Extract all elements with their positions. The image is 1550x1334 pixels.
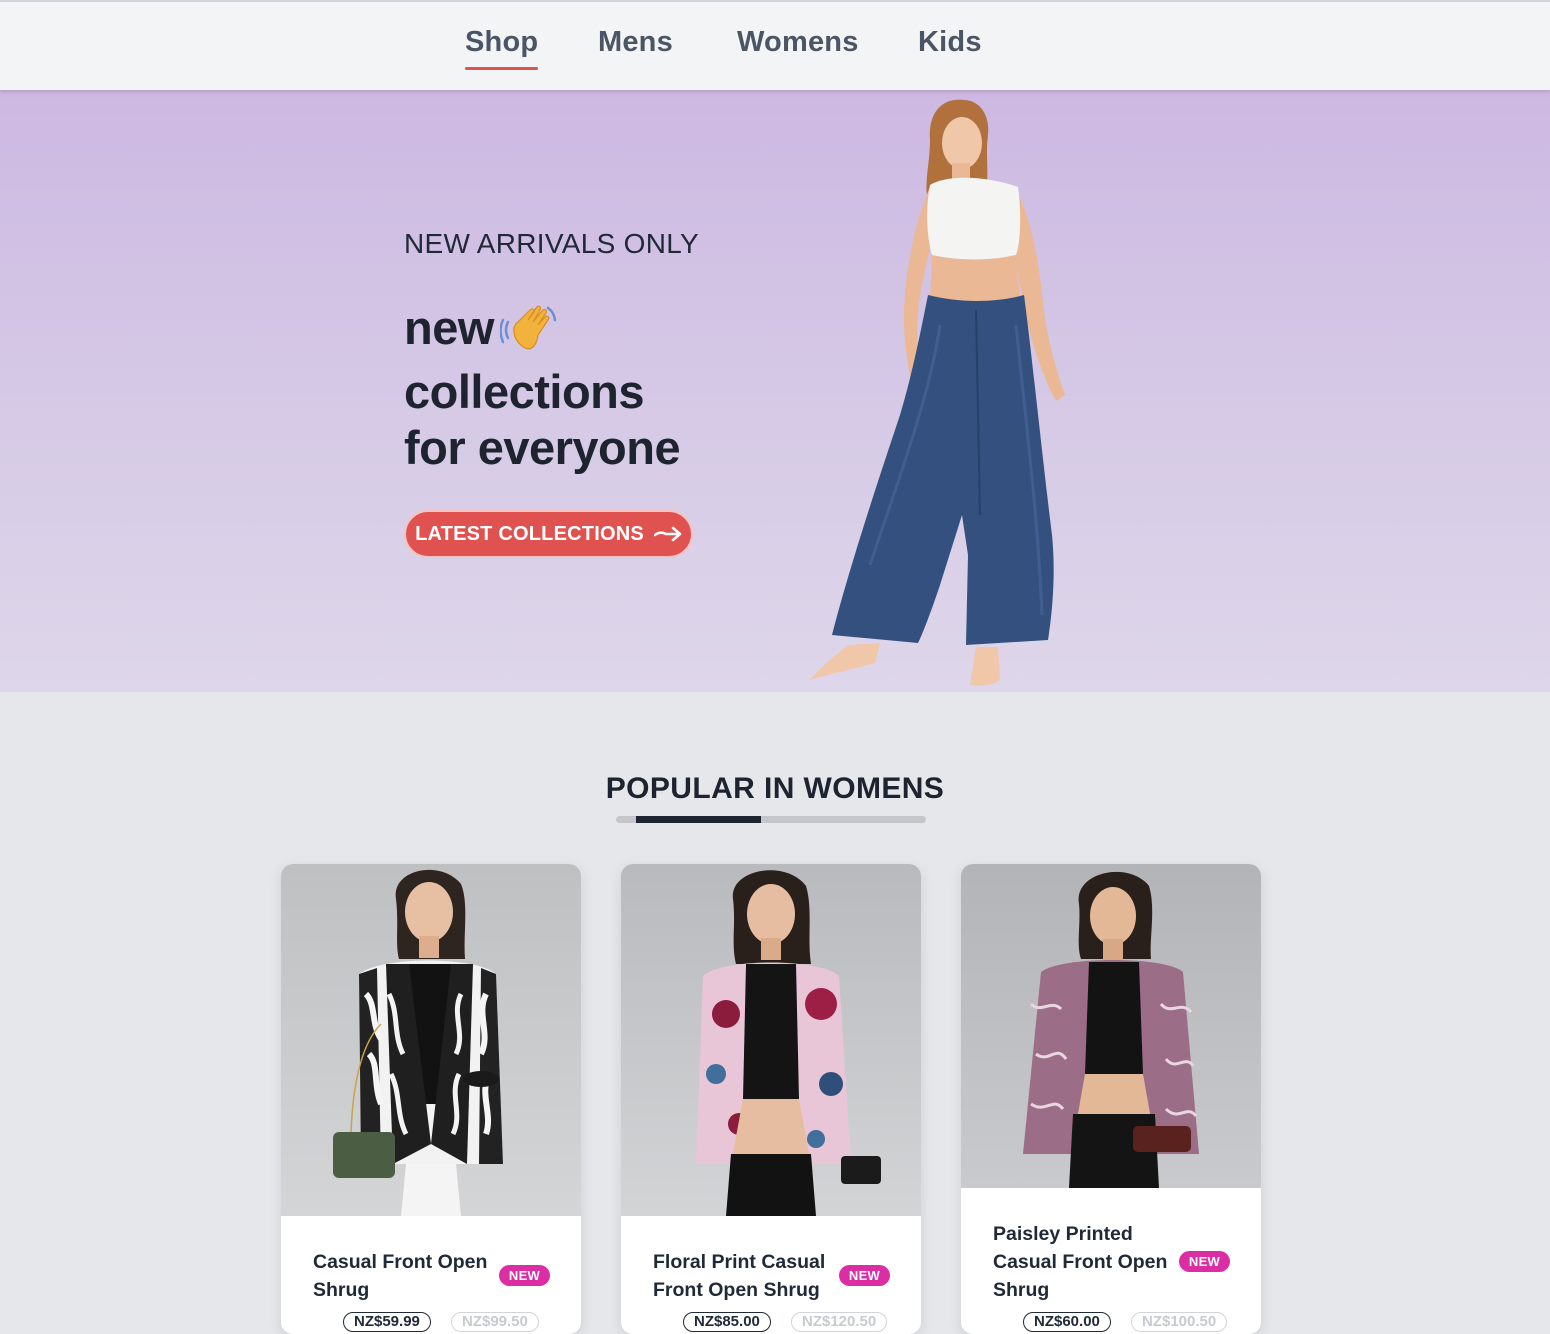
nav-item-womens[interactable]: Womens — [737, 26, 859, 59]
waving-hand-icon — [500, 305, 557, 350]
product-image — [621, 864, 921, 1216]
product-card[interactable]: Floral Print Casual Front Open Shrug NEW… — [621, 864, 921, 1334]
nav-item-shop[interactable]: Shop — [465, 26, 539, 70]
product-price: NZ$85.00 — [683, 1312, 771, 1332]
product-price: NZ$59.99 — [343, 1312, 431, 1332]
hero-heading-line-2: collections — [404, 365, 645, 418]
hero-model-image — [810, 99, 1065, 686]
section-title-underline — [616, 816, 926, 823]
product-price: NZ$60.00 — [1023, 1312, 1111, 1332]
nav-item-label: Kids — [918, 26, 982, 58]
new-badge: NEW — [499, 1265, 550, 1286]
product-old-price: NZ$120.50 — [791, 1312, 888, 1332]
active-nav-underline — [465, 67, 539, 70]
nav-item-label: Mens — [598, 26, 673, 58]
hero-banner: NEW ARRIVALS ONLY new collections for ev… — [0, 90, 1550, 692]
product-card[interactable]: Casual Front Open Shrug NEW NZ$59.99 NZ$… — [281, 864, 581, 1334]
product-image — [281, 864, 581, 1216]
top-navigation: Shop Mens Womens Kids — [0, 0, 1550, 90]
nav-item-mens[interactable]: Mens — [598, 26, 673, 59]
hero-kicker: NEW ARRIVALS ONLY — [404, 228, 700, 259]
new-badge: NEW — [839, 1265, 890, 1286]
section-title-underline-accent — [636, 816, 761, 823]
product-name[interactable]: Paisley Printed Casual Front Open Shrug — [993, 1220, 1168, 1304]
section-title: POPULAR IN WOMENS — [605, 772, 945, 805]
nav-item-label: Womens — [737, 26, 859, 58]
new-badge: NEW — [1179, 1251, 1230, 1272]
product-name[interactable]: Floral Print Casual Front Open Shrug — [653, 1248, 828, 1304]
product-name[interactable]: Casual Front Open Shrug — [313, 1248, 488, 1304]
hero-heading-line-3: for everyone — [404, 421, 681, 474]
product-card[interactable]: Paisley Printed Casual Front Open Shrug … — [961, 864, 1261, 1334]
nav-item-label: Shop — [465, 26, 539, 58]
latest-collections-button[interactable]: LATEST COLLECTIONS — [404, 510, 693, 558]
arrow-right-icon — [653, 526, 682, 542]
product-image — [961, 864, 1261, 1188]
product-old-price: NZ$100.50 — [1131, 1312, 1228, 1332]
hero-heading-line-1: new — [404, 301, 494, 354]
latest-collections-label: LATEST COLLECTIONS — [415, 522, 644, 545]
product-old-price: NZ$99.50 — [451, 1312, 539, 1332]
nav-item-kids[interactable]: Kids — [918, 26, 982, 59]
